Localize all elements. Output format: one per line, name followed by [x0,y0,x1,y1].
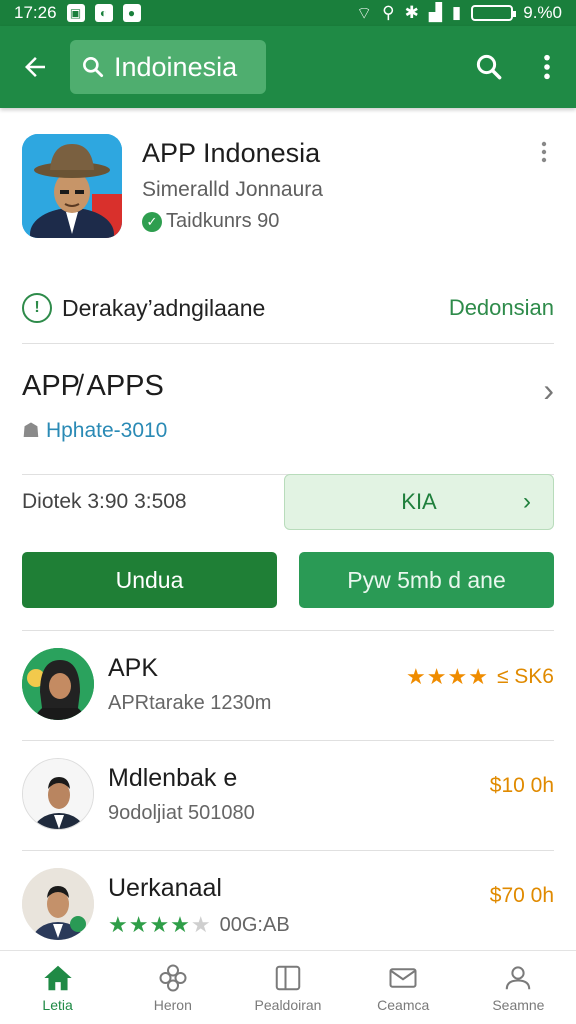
info-text: Derakay’adngilaane [62,294,266,321]
info-icon: ! [22,293,52,323]
action-buttons: Undua Pyw 5mb d ane [22,552,554,608]
verified-text: Taidkunrs 90 [166,210,280,232]
chevron-right-icon: › [523,488,531,515]
secondary-action-button[interactable]: Pyw 5mb d ane [299,552,554,608]
battery-icon [471,5,517,21]
status-time: 17:26 [14,3,57,22]
vibrate-icon: ⚲ [382,3,395,22]
search-icon [83,57,104,78]
app-icon-portrait [22,134,122,238]
avatar [22,868,94,940]
wifi-icon: ⌔ [356,3,373,23]
home-icon [43,965,72,990]
list-item-subtitle: APRtarake 1230m [108,692,272,714]
app-notification-icon: ◐ [94,4,113,22]
image-notification-icon: ▣ [66,4,85,22]
chevron-right-icon: › [543,372,554,408]
avatar [22,758,94,830]
nav-item-home[interactable]: Letia [0,951,115,1024]
book-icon [275,965,301,990]
kia-button-label: KIA [401,489,437,514]
verified-check-icon: ✓ [142,211,162,232]
arrow-left-icon [25,57,45,77]
nav-item-label: Letia [42,996,73,1013]
avatar-portrait [22,868,94,940]
search-button[interactable] [460,26,518,108]
status-left: 17:26 ▣ ◐ ● [14,3,141,23]
search-icon [476,54,502,80]
sim-icon: ▮ [451,3,462,22]
apps-section-subtitle-text: Hphate-3010 [45,418,168,442]
app-developer[interactable]: Simeralld Jonnaura [142,178,323,202]
info-link[interactable]: Dedonsian [449,295,554,321]
list-item[interactable]: APK APRtarake 1230m ★★★★ ≤ SK6 [0,630,576,740]
star-rating-icon: ★★★★★ [108,912,212,937]
battery-percent: 9.%0 [523,3,562,22]
status-bar: 17:26 ▣ ◐ ● ⌔ ⚲ ✱ ▟ ▮ 9.%0 [0,0,576,26]
divider [22,740,554,741]
more-vertical-icon [541,141,547,163]
nav-item-label: Heron [153,996,192,1013]
tag-icon: ☗ [22,420,40,442]
nav-item-label: Pealdoiran [254,996,322,1013]
person-icon [506,965,531,989]
divider [22,630,554,631]
app-verified: ✓ Taidkunrs 90 [142,210,279,233]
nav-item-label: Ceamca [377,996,430,1013]
apps-section-subtitle: ☗ Hphate-3010 [22,418,167,443]
avatar-portrait [22,648,94,720]
avatar [22,648,94,720]
list-item-title: APK [108,654,159,682]
app-more-button[interactable] [534,140,554,164]
status-right: ⌔ ⚲ ✱ ▟ ▮ 9.%0 [356,3,562,24]
app-icon[interactable] [22,134,122,238]
search-chip[interactable]: Indoinesia [70,40,266,94]
bottom-navigation: Letia Heron Pealdoiran Ceamca Seamne [0,950,576,1024]
list-item-subtitle: 9odoljiat 501080 [108,802,255,824]
nav-item-label: Seamne [492,996,545,1013]
divider [22,850,554,851]
install-button[interactable]: Undua [22,552,277,608]
kia-button[interactable]: KIA › [284,474,554,530]
divider [22,343,554,344]
more-vertical-icon [544,54,550,80]
avatar-portrait [23,759,93,829]
content: APP Indonesia Simeralld Jonnaura ✓ Taidk… [0,108,576,950]
back-button[interactable] [0,26,70,108]
nav-item-book[interactable]: Pealdoiran [230,951,345,1024]
date-row: Diotek 3:90 3:508 KIA › [22,474,554,530]
app-header: APP Indonesia Simeralld Jonnaura ✓ Taidk… [22,134,554,244]
list-item-price: $10 0h [489,774,554,797]
info-row: ! Derakay’adngilaane Dedonsian [22,288,554,328]
list-item[interactable]: Uerkanaal ★★★★★ 00G:AB $70 0h [0,850,576,960]
mail-icon [389,967,417,988]
date-text: Diotek 3:90 3:508 [22,490,187,513]
nav-item-flower[interactable]: Heron [115,951,230,1024]
apps-section[interactable]: APP̸ APPS ☗ Hphate-3010 › [22,368,554,448]
app-bar-actions [460,26,576,108]
app-bar: Indoinesia [0,26,576,108]
signal-icon: ▟ [428,3,442,22]
star-rating-icon: ★★★★ [406,664,489,689]
chat-notification-icon: ● [122,4,141,22]
list-item-subtitle: 00G:AB [219,913,290,936]
list-item[interactable]: Mdlenbak e 9odoljiat 501080 $10 0h [0,740,576,850]
list-item-title: Uerkanaal [108,874,222,902]
app-title: APP Indonesia [142,138,321,168]
apps-section-title: APP̸ APPS [22,370,164,402]
app-list: APK APRtarake 1230m ★★★★ ≤ SK6 Mdlenbak … [0,630,576,960]
nav-item-mail[interactable]: Ceamca [346,951,461,1024]
sync-icon: ✱ [404,3,419,22]
nav-item-profile[interactable]: Seamne [461,951,576,1024]
list-item-right-text: ≤ SK6 [496,665,554,688]
search-chip-text: Indoinesia [114,51,238,82]
overflow-menu-button[interactable] [518,26,576,108]
list-item-rating: ★★★★ ≤ SK6 [406,664,554,690]
list-item-price: $70 0h [489,884,554,907]
list-item-title: Mdlenbak e [108,764,238,792]
flower-icon [159,964,187,991]
list-item-rating: ★★★★★ 00G:AB [108,912,290,938]
